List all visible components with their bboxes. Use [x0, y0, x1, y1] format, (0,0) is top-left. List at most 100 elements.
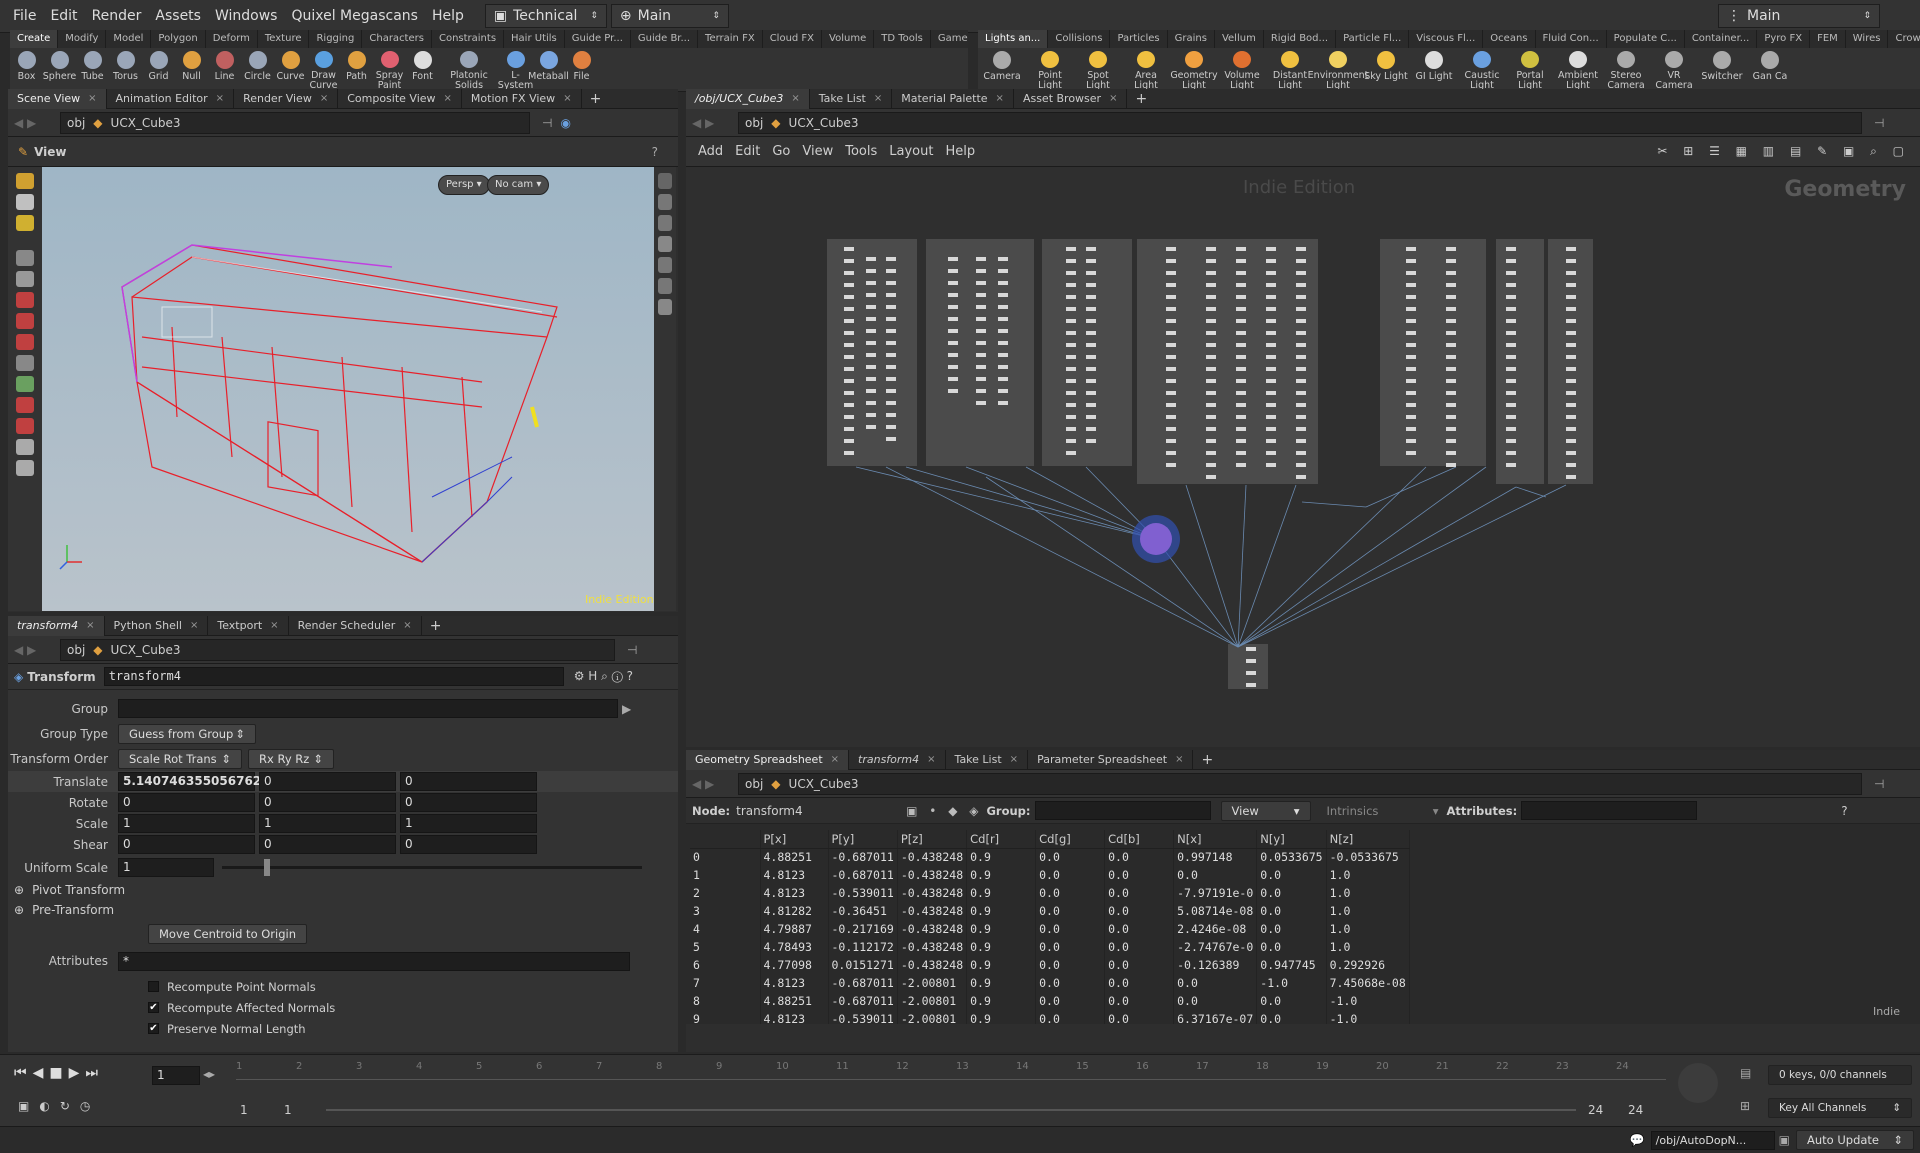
peak-tool-icon[interactable] [16, 418, 34, 434]
network-node[interactable] [1446, 463, 1456, 467]
network-node[interactable] [1166, 343, 1176, 347]
shelf-tool[interactable]: Environment Light [1308, 48, 1368, 91]
network-node[interactable] [1446, 331, 1456, 335]
network-node[interactable] [976, 293, 986, 297]
network-node[interactable] [1266, 247, 1276, 251]
brush-tool-icon[interactable] [16, 271, 34, 287]
tab-animation-editor[interactable]: Animation Editor × [107, 88, 235, 109]
param-value-field[interactable]: 1 [118, 814, 255, 833]
network-node[interactable] [1086, 319, 1096, 323]
network-node[interactable] [1446, 247, 1456, 251]
network-node[interactable] [1506, 307, 1516, 311]
close-icon[interactable]: × [403, 616, 411, 636]
network-node[interactable] [1506, 403, 1516, 407]
network-node[interactable] [1166, 451, 1176, 455]
close-icon[interactable]: × [86, 616, 94, 636]
expand-icon[interactable]: ⊕ [14, 903, 24, 917]
path-root[interactable]: obj [67, 643, 85, 657]
network-node[interactable] [1066, 295, 1076, 299]
shelf-tab[interactable]: Terrain FX [698, 30, 763, 48]
network-node[interactable] [976, 257, 986, 261]
shelf-tool[interactable]: Draw Curve [307, 48, 340, 91]
tab-obj-path[interactable]: /obj/UCX_Cube3 × [686, 88, 810, 109]
network-node[interactable] [998, 269, 1008, 273]
pin-icon[interactable]: ⊣ [1874, 116, 1884, 130]
sheet-group-field[interactable] [1034, 801, 1211, 820]
network-node[interactable] [866, 413, 876, 417]
network-node[interactable] [1066, 259, 1076, 263]
network-node[interactable] [844, 451, 854, 455]
param-value-field[interactable]: 0 [259, 793, 396, 812]
network-node[interactable] [1166, 247, 1176, 251]
network-node[interactable] [1166, 319, 1176, 323]
network-node[interactable] [948, 293, 958, 297]
network-node[interactable] [886, 257, 896, 261]
network-node[interactable] [1086, 271, 1096, 275]
select-arrow-icon[interactable]: ▶ [622, 702, 631, 716]
shelf-tab[interactable]: Particle Fl... [1336, 30, 1410, 48]
network-node[interactable] [1446, 391, 1456, 395]
network-node[interactable] [844, 379, 854, 383]
network-node[interactable] [886, 281, 896, 285]
table-row[interactable]: 4 4.79887 -0.217169 -0.438248 0.9 0.0 0.0 2.424… [690, 920, 1410, 938]
table-row[interactable]: 8 4.88251 -0.687011 -2.00801 0.9 0.0 0.0 0.0 0.0… [690, 992, 1410, 1010]
shelf-tool[interactable]: Spot Light [1074, 48, 1122, 91]
network-node[interactable] [1446, 343, 1456, 347]
sheet-attributes-field[interactable] [1521, 801, 1698, 820]
add-tab-icon[interactable]: + [582, 91, 610, 107]
pin-icon[interactable]: ⊣ [627, 643, 637, 657]
range-slider[interactable] [326, 1109, 1576, 1111]
network-node[interactable] [1086, 439, 1096, 443]
network-node[interactable] [844, 247, 854, 251]
network-node[interactable] [866, 401, 876, 405]
network-node[interactable] [1296, 427, 1306, 431]
network-node[interactable] [1206, 307, 1216, 311]
network-node[interactable] [1236, 379, 1246, 383]
menu-go[interactable]: Go [766, 144, 796, 159]
shelf-tool[interactable]: Box [10, 48, 43, 91]
context-dropdown[interactable]: ⊕ Main ⇕ [610, 4, 729, 28]
network-node[interactable] [1236, 271, 1246, 275]
attributes-field[interactable]: * [118, 951, 630, 971]
close-icon[interactable]: × [270, 616, 278, 636]
network-node[interactable] [998, 257, 1008, 261]
network-node[interactable] [1236, 331, 1246, 335]
network-node[interactable] [866, 293, 876, 297]
network-node[interactable] [1066, 247, 1076, 251]
shelf-tab[interactable]: Guide Pr... [565, 30, 631, 48]
back-forward-icon[interactable]: ◀ ▶ [8, 116, 60, 130]
network-node[interactable] [1236, 343, 1246, 347]
path-field[interactable]: obj ◆ UCX_Cube3 [738, 111, 1862, 134]
tab-parameter-spreadsheet[interactable]: Parameter Spreadsheet × [1028, 749, 1194, 770]
shelf-tab[interactable]: Populate C... [1607, 30, 1685, 48]
network-node[interactable] [1566, 283, 1576, 287]
shelf-tab[interactable]: Vellum [1215, 30, 1264, 48]
network-node[interactable] [1506, 259, 1516, 263]
menu-edit[interactable]: Edit [43, 0, 84, 33]
network-node[interactable] [866, 281, 876, 285]
network-node[interactable] [1566, 379, 1576, 383]
path-root[interactable]: obj [745, 777, 763, 791]
shelf-tab[interactable]: Fluid Con... [1536, 30, 1607, 48]
current-frame-field[interactable]: 1 [152, 1066, 200, 1085]
shelf-tool[interactable]: Area Light [1122, 48, 1170, 91]
network-node[interactable] [1406, 415, 1416, 419]
network-node[interactable] [886, 413, 896, 417]
network-node[interactable] [1066, 415, 1076, 419]
network-node[interactable] [1296, 379, 1306, 383]
network-node[interactable] [1206, 379, 1216, 383]
network-node[interactable] [1406, 403, 1416, 407]
network-node[interactable] [1296, 403, 1306, 407]
column-header[interactable]: P[y] [828, 830, 898, 849]
shelf-tool[interactable]: Geometry Light [1170, 48, 1218, 91]
network-node[interactable] [998, 389, 1008, 393]
audio-icon[interactable]: ▣ [18, 1099, 29, 1113]
network-node[interactable] [844, 319, 854, 323]
shelf-tool[interactable]: Point Light [1026, 48, 1074, 91]
uniform-scale-slider[interactable] [222, 859, 642, 876]
network-node[interactable] [1266, 367, 1276, 371]
tab-textport[interactable]: Textport × [208, 615, 289, 636]
network-node[interactable] [1086, 403, 1096, 407]
help-icon[interactable]: ? [1841, 804, 1847, 818]
network-node[interactable] [866, 257, 876, 261]
